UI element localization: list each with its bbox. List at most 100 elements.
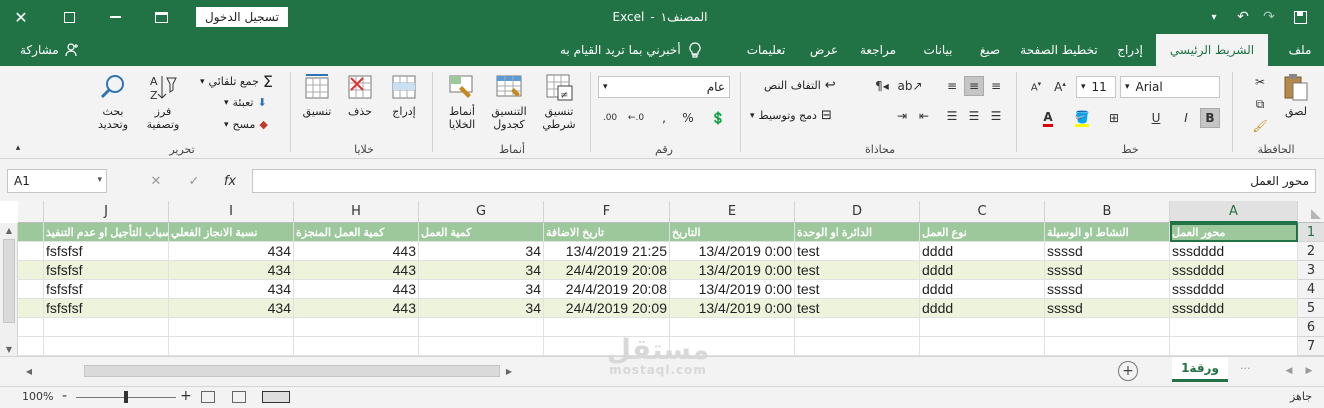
align-left-button[interactable]: ☰ <box>942 106 962 126</box>
insert-function-button[interactable]: fx <box>218 169 242 193</box>
font-name-box[interactable]: ▾ Arial <box>1120 76 1220 98</box>
cut-button[interactable]: ✂ <box>1250 72 1270 92</box>
table-cell[interactable]: test <box>795 261 920 280</box>
select-all-corner[interactable] <box>1297 201 1324 223</box>
row-header-7[interactable]: 7 <box>1297 337 1324 356</box>
page-layout-view-button[interactable] <box>232 391 246 403</box>
decrease-font-button[interactable]: A▾ <box>1026 77 1046 97</box>
table-cell[interactable]: sssdddd <box>1170 242 1298 261</box>
decrease-indent-button[interactable]: ⇤ <box>914 106 934 126</box>
increase-font-button[interactable]: A▴ <box>1050 77 1070 97</box>
column-header-a[interactable]: A <box>1170 201 1298 223</box>
table-cell[interactable]: dddd <box>920 261 1045 280</box>
autosum-button[interactable]: ▾ جمع تلقائي Σ <box>200 72 273 91</box>
table-header-cell[interactable]: التاريخ <box>670 223 795 242</box>
table-cell[interactable]: ssssd <box>1045 299 1170 318</box>
page-break-view-button[interactable] <box>201 391 215 403</box>
column-header-partial[interactable] <box>18 201 44 223</box>
italic-button[interactable]: I <box>1176 108 1196 128</box>
fill-button[interactable]: ▾ تعبئة ⬇ <box>224 96 267 109</box>
column-header-c[interactable]: C <box>920 201 1045 223</box>
table-cell[interactable]: 434 <box>169 280 294 299</box>
row-header-6[interactable]: 6 <box>1297 318 1324 337</box>
tab-data[interactable]: بيانات <box>912 34 964 66</box>
table-header-cell[interactable]: تاريخ الاضافة <box>544 223 670 242</box>
column-header-b[interactable]: B <box>1045 201 1170 223</box>
decrease-decimal-button[interactable]: .00 <box>600 108 620 128</box>
column-header-f[interactable]: F <box>544 201 670 223</box>
empty-cell[interactable] <box>920 318 1045 337</box>
underline-button[interactable]: U <box>1146 108 1166 128</box>
table-cell-overflow[interactable] <box>18 299 44 318</box>
empty-cell[interactable] <box>920 337 1045 356</box>
table-cell[interactable]: 34 <box>419 261 544 280</box>
minimize-window-button[interactable] <box>100 0 130 34</box>
row-header-3[interactable]: 3 <box>1297 261 1324 280</box>
table-cell[interactable]: test <box>795 299 920 318</box>
percent-button[interactable]: % <box>678 108 698 128</box>
horizontal-scrollbar[interactable]: ◀ ▶ <box>20 362 1100 380</box>
table-cell[interactable]: sssdddd <box>1170 280 1298 299</box>
tab-review[interactable]: مراجعة <box>850 34 906 66</box>
tab-file[interactable]: ملف <box>1276 34 1324 66</box>
tell-me-search[interactable]: أخبرني بما تريد القيام به <box>560 34 701 66</box>
table-cell[interactable]: 13/4/2019 21:25 <box>544 242 670 261</box>
tab-home[interactable]: الشريط الرئيسي <box>1156 34 1268 66</box>
table-cell[interactable]: test <box>795 280 920 299</box>
empty-cell[interactable] <box>795 337 920 356</box>
table-cell-overflow[interactable] <box>18 280 44 299</box>
zoom-in-button[interactable]: + <box>180 388 192 404</box>
table-cell[interactable]: 443 <box>294 299 419 318</box>
column-header-h[interactable]: H <box>294 201 419 223</box>
table-cell-overflow[interactable] <box>18 242 44 261</box>
table-header-cell-overflow[interactable] <box>18 223 44 242</box>
cancel-entry-button[interactable]: ✕ <box>144 169 168 193</box>
table-cell[interactable]: 443 <box>294 242 419 261</box>
empty-cell[interactable] <box>18 337 44 356</box>
add-sheet-button[interactable]: + <box>1118 361 1138 381</box>
table-cell[interactable]: fsfsfsf <box>44 299 169 318</box>
number-format-box[interactable]: ▾ عام <box>598 76 730 98</box>
column-header-g[interactable]: G <box>419 201 544 223</box>
empty-cell[interactable] <box>18 318 44 337</box>
fill-color-button[interactable]: 🪣 <box>1072 108 1092 128</box>
empty-cell[interactable] <box>294 337 419 356</box>
table-header-cell[interactable]: كمية العمل المنجزة <box>294 223 419 242</box>
scroll-down-arrow[interactable]: ▼ <box>0 342 18 356</box>
table-cell[interactable]: fsfsfsf <box>44 261 169 280</box>
table-cell[interactable]: 13/4/2019 0:00 <box>670 280 795 299</box>
column-header-d[interactable]: D <box>795 201 920 223</box>
merge-center-button[interactable]: ▾ دمج وتوسيط ⊟ <box>750 108 832 123</box>
table-cell[interactable]: ssssd <box>1045 242 1170 261</box>
sheet-tab-1[interactable]: ورقة1 <box>1172 357 1228 382</box>
table-cell[interactable]: ssssd <box>1045 280 1170 299</box>
table-cell[interactable]: 434 <box>169 261 294 280</box>
zoom-level[interactable]: 100% <box>22 390 53 403</box>
empty-cell[interactable] <box>44 318 169 337</box>
table-cell[interactable]: ssssd <box>1045 261 1170 280</box>
font-size-box[interactable]: ▾ 11 <box>1076 76 1116 98</box>
column-header-e[interactable]: E <box>670 201 795 223</box>
tab-page-layout[interactable]: تخطيط الصفحة <box>1014 34 1104 66</box>
scroll-left-arrow[interactable]: ◀ <box>20 362 38 380</box>
table-cell[interactable]: fsfsfsf <box>44 280 169 299</box>
scroll-up-arrow[interactable]: ▲ <box>0 223 18 237</box>
text-direction-button[interactable]: ¶◂ <box>872 76 892 96</box>
format-as-table-button[interactable]: التنسيق كجدول <box>486 72 532 131</box>
formula-input[interactable]: محور العمل <box>252 169 1316 193</box>
align-center-button[interactable]: ☰ <box>964 106 984 126</box>
table-cell[interactable]: 434 <box>169 299 294 318</box>
row-header-1[interactable]: 1 <box>1297 223 1324 242</box>
zoom-out-button[interactable]: - <box>62 388 67 404</box>
column-header-i[interactable]: I <box>169 201 294 223</box>
table-header-cell[interactable]: محور العمل <box>1170 223 1298 242</box>
empty-cell[interactable] <box>169 337 294 356</box>
save-button[interactable] <box>1286 0 1314 34</box>
table-cell[interactable]: 434 <box>169 242 294 261</box>
table-cell[interactable]: sssdddd <box>1170 299 1298 318</box>
table-header-cell[interactable]: النشاط او الوسيلة <box>1045 223 1170 242</box>
orientation-button[interactable]: ab↗ <box>897 76 922 96</box>
normal-view-button[interactable] <box>262 391 290 403</box>
undo-button[interactable]: ↶ <box>1230 0 1256 34</box>
font-color-button[interactable]: A <box>1038 108 1058 128</box>
